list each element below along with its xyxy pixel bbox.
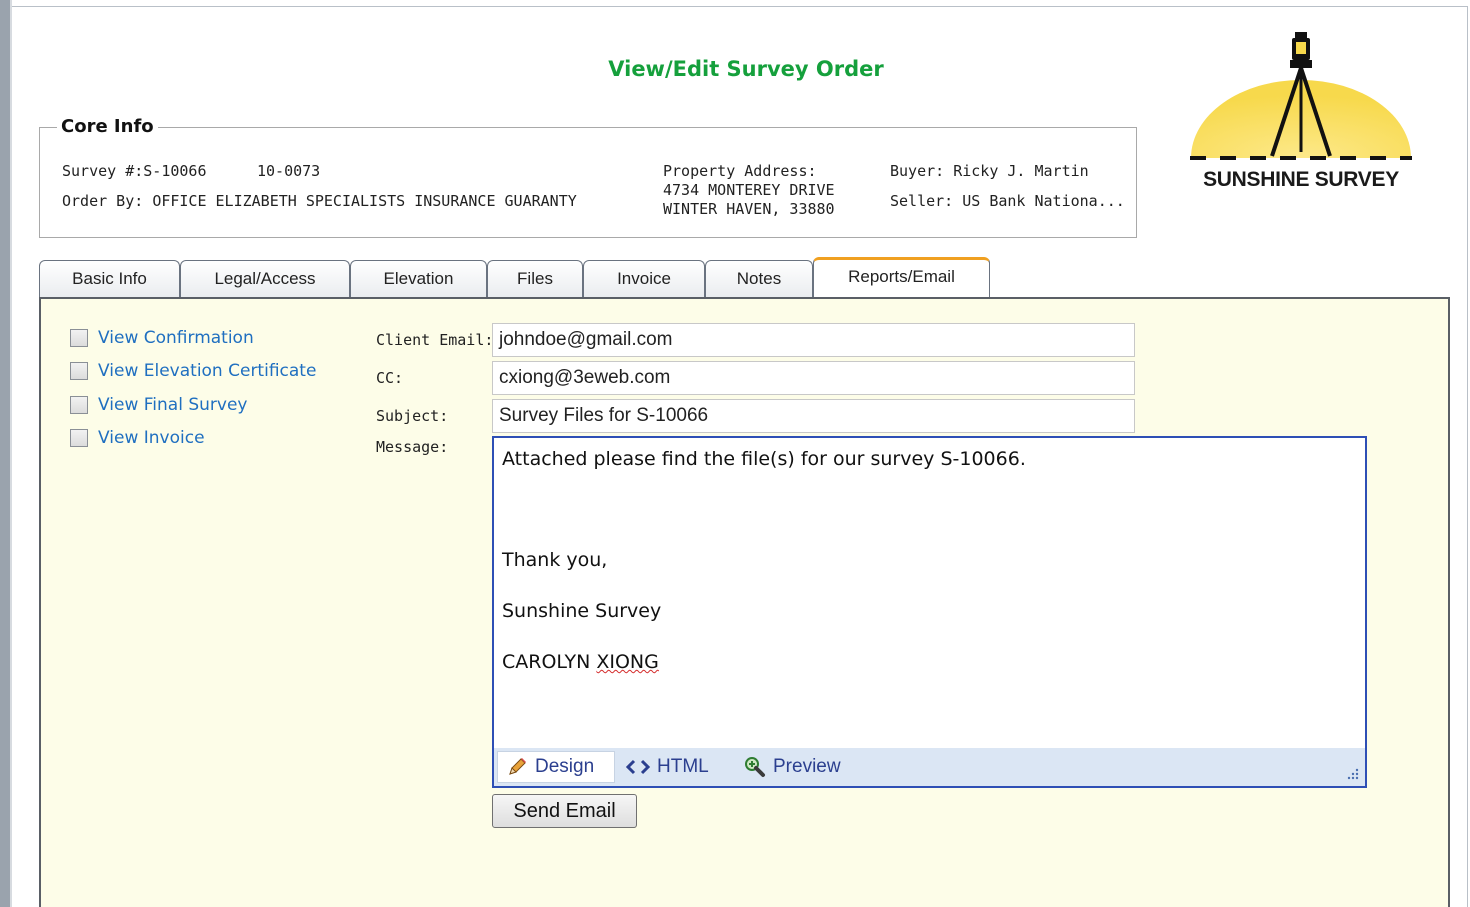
property-address-line1: 4734 MONTEREY DRIVE — [663, 181, 835, 199]
page-title: View/Edit Survey Order — [608, 57, 884, 81]
signature-first-name: CAROLYN — [502, 651, 591, 673]
send-email-button[interactable]: Send Email — [492, 794, 637, 828]
core-info-legend: Core Info — [57, 116, 158, 137]
view-elevation-certificate-link[interactable]: View Elevation Certificate — [98, 361, 316, 381]
cc-field[interactable]: cxiong@3eweb.com — [492, 361, 1135, 395]
editor-mode-bar: Design HTML Preview — [494, 748, 1365, 786]
design-mode-label: Design — [535, 756, 595, 777]
code-brackets-icon — [626, 759, 650, 775]
pencil-icon — [509, 758, 526, 775]
order-by-label: Order By: — [62, 192, 144, 210]
survey-number-label: Survey #: — [62, 162, 144, 180]
report-option-final-survey[interactable]: View Final Survey — [70, 394, 247, 416]
window-top-border — [12, 6, 1468, 7]
preview-mode-label: Preview — [773, 756, 841, 777]
report-option-invoice[interactable]: View Invoice — [70, 427, 205, 449]
seller-label: Seller: — [890, 192, 954, 210]
order-by-row: Order By: OFFICE ELIZABETH SPECIALISTS I… — [62, 192, 577, 210]
window-right-border — [1467, 6, 1468, 907]
subject-label: Subject: — [376, 407, 449, 425]
design-mode-button[interactable]: Design — [497, 751, 615, 783]
logo-text: SUNSHINE SURVEY — [1203, 168, 1399, 191]
buyer-label: Buyer: — [890, 162, 945, 180]
tab-reports-email[interactable]: Reports/Email — [813, 257, 990, 297]
magnifier-icon — [745, 757, 765, 777]
view-confirmation-checkbox[interactable] — [70, 329, 88, 347]
report-option-confirmation[interactable]: View Confirmation — [70, 327, 254, 349]
window-left-rail — [0, 0, 10, 907]
view-invoice-checkbox[interactable] — [70, 429, 88, 447]
view-final-survey-link[interactable]: View Final Survey — [98, 395, 247, 415]
tab-invoice[interactable]: Invoice — [583, 260, 705, 298]
signature-last-name-misspelled: XIONG — [596, 651, 659, 673]
tab-files[interactable]: Files — [487, 260, 583, 298]
client-email-label: Client Email: — [376, 331, 494, 349]
message-signature: CAROLYN XIONG — [502, 651, 659, 673]
message-editor: Attached please find the file(s) for our… — [492, 436, 1367, 788]
message-line: Thank you, — [502, 549, 608, 571]
tab-elevation[interactable]: Elevation — [350, 260, 487, 298]
buyer-row: Buyer: Ricky J. Martin — [890, 162, 1089, 180]
view-confirmation-link[interactable]: View Confirmation — [98, 328, 254, 348]
view-invoice-link[interactable]: View Invoice — [98, 428, 205, 448]
client-email-field[interactable]: johndoe@gmail.com — [492, 323, 1135, 357]
html-mode-label: HTML — [657, 756, 709, 777]
message-line: Attached please find the file(s) for our… — [502, 448, 1026, 470]
view-final-survey-checkbox[interactable] — [70, 396, 88, 414]
message-line: Sunshine Survey — [502, 600, 662, 622]
property-address-label: Property Address: — [663, 162, 817, 180]
preview-mode-button[interactable]: Preview — [736, 751, 856, 783]
survey-code: 10-0073 — [257, 162, 321, 180]
resize-grip-icon[interactable] — [1345, 766, 1359, 780]
tab-legal-access[interactable]: Legal/Access — [180, 260, 350, 298]
seller-value: US Bank Nationa... — [962, 192, 1125, 210]
window-left-rail-edge — [10, 0, 12, 907]
seller-row: Seller: US Bank Nationa... — [890, 192, 1125, 210]
html-mode-button[interactable]: HTML — [618, 751, 718, 783]
survey-number-value: S-10066 — [143, 162, 207, 180]
message-label: Message: — [376, 438, 449, 456]
survey-number-row: Survey #:S-10066 — [62, 162, 207, 180]
tab-basic-info[interactable]: Basic Info — [39, 260, 180, 298]
view-elevation-certificate-checkbox[interactable] — [70, 362, 88, 380]
property-address-line2: WINTER HAVEN, 33880 — [663, 200, 835, 218]
core-info-box — [39, 127, 1137, 238]
tab-notes[interactable]: Notes — [705, 260, 813, 298]
buyer-value: Ricky J. Martin — [953, 162, 1089, 180]
subject-field[interactable]: Survey Files for S-10066 — [492, 399, 1135, 433]
cc-label: CC: — [376, 369, 404, 387]
order-by-value: OFFICE ELIZABETH SPECIALISTS INSURANCE G… — [152, 192, 577, 210]
message-body[interactable]: Attached please find the file(s) for our… — [494, 438, 1365, 748]
report-option-elevation-certificate[interactable]: View Elevation Certificate — [70, 360, 316, 382]
